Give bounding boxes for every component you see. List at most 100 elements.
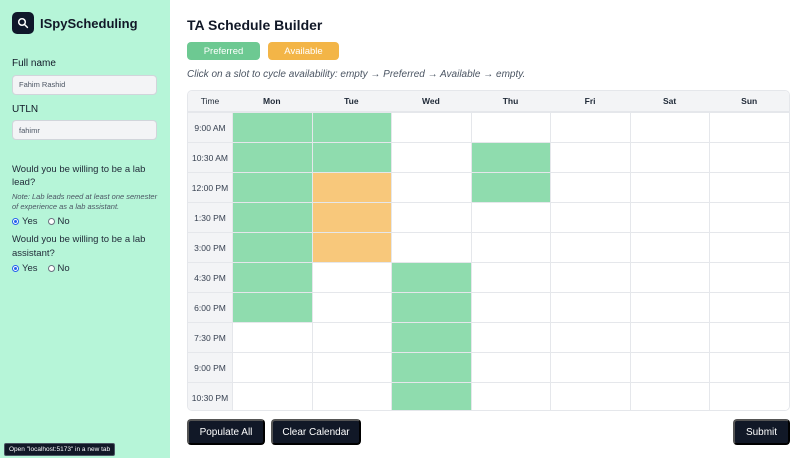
schedule-slot[interactable] — [391, 172, 471, 202]
schedule-slot[interactable] — [470, 172, 551, 202]
schedule-slot[interactable] — [470, 142, 551, 172]
preferred-legend-chip: Preferred — [187, 42, 260, 60]
populate-all-button[interactable]: Populate All — [187, 419, 265, 445]
schedule-slot[interactable] — [391, 292, 471, 322]
radio-selected-icon[interactable] — [12, 264, 19, 272]
schedule-slot[interactable] — [629, 202, 710, 232]
schedule-slot[interactable] — [550, 382, 630, 410]
schedule-slot[interactable] — [550, 112, 630, 142]
schedule-slot[interactable] — [311, 232, 392, 262]
schedule-slot[interactable] — [470, 382, 551, 410]
radio-selected-icon[interactable] — [12, 218, 19, 226]
schedule-slot[interactable] — [470, 352, 551, 382]
schedule-slot[interactable] — [311, 112, 392, 142]
schedule-slot[interactable] — [232, 352, 312, 382]
lab-assistant-question: Would you be willing to be a lab assista… — [12, 234, 146, 259]
lab-lead-question: Would you be willing to be a lab lead? — [12, 164, 146, 189]
lab-assistant-no-radio[interactable]: No — [47, 263, 70, 274]
schedule-slot[interactable] — [391, 382, 471, 410]
clear-calendar-button[interactable]: Clear Calendar — [271, 419, 361, 445]
time-label: 1:30 PM — [188, 202, 232, 232]
schedule-slot[interactable] — [470, 232, 551, 262]
schedule-slot[interactable] — [311, 262, 392, 292]
instruction-text: Click on a slot to cycle availability: e… — [187, 69, 526, 80]
day-header: Mon — [232, 91, 312, 112]
schedule-slot[interactable] — [629, 172, 710, 202]
schedule-slot[interactable] — [311, 352, 392, 382]
schedule-slot[interactable] — [232, 142, 312, 172]
submit-button[interactable]: Submit — [733, 419, 790, 445]
schedule-slot[interactable] — [629, 232, 710, 262]
schedule-slot[interactable] — [391, 262, 471, 292]
schedule-slot[interactable] — [470, 202, 551, 232]
schedule-slot[interactable] — [709, 262, 789, 292]
full-name-input[interactable] — [12, 74, 157, 95]
schedule-slot[interactable] — [550, 202, 630, 232]
schedule-slot[interactable] — [550, 142, 630, 172]
page-title: TA Schedule Builder — [187, 17, 323, 33]
schedule-slot[interactable] — [629, 382, 710, 410]
schedule-slot[interactable] — [391, 232, 471, 262]
schedule-slot[interactable] — [550, 322, 630, 352]
schedule-slot[interactable] — [709, 202, 789, 232]
time-column-header: Time — [188, 91, 232, 112]
schedule-slot[interactable] — [311, 382, 392, 410]
time-label: 3:00 PM — [188, 232, 232, 262]
legend: Preferred Available — [187, 42, 339, 60]
lab-lead-yes-radio[interactable]: Yes — [12, 216, 38, 227]
schedule-slot[interactable] — [470, 262, 551, 292]
full-name-label: Full name — [12, 58, 56, 69]
schedule-slot[interactable] — [391, 322, 471, 352]
day-header: Fri — [550, 91, 630, 112]
lab-assistant-yes-radio[interactable]: Yes — [12, 263, 38, 274]
schedule-slot[interactable] — [709, 352, 789, 382]
schedule-slot[interactable] — [232, 112, 312, 142]
schedule-slot[interactable] — [629, 322, 710, 352]
schedule-slot[interactable] — [709, 142, 789, 172]
schedule-slot[interactable] — [311, 292, 392, 322]
schedule-slot[interactable] — [311, 172, 392, 202]
schedule-slot[interactable] — [709, 322, 789, 352]
schedule-slot[interactable] — [629, 142, 710, 172]
time-label: 9:00 AM — [188, 112, 232, 142]
schedule-slot[interactable] — [709, 232, 789, 262]
schedule-slot[interactable] — [232, 262, 312, 292]
brand-title: ISpyScheduling — [40, 15, 138, 31]
radio-unselected-icon[interactable] — [47, 218, 55, 226]
schedule-slot[interactable] — [391, 142, 471, 172]
schedule-slot[interactable] — [232, 202, 312, 232]
schedule-slot[interactable] — [311, 322, 392, 352]
schedule-slot[interactable] — [391, 202, 471, 232]
schedule-slot[interactable] — [550, 262, 630, 292]
schedule-slot[interactable] — [629, 262, 710, 292]
schedule-slot[interactable] — [470, 112, 551, 142]
schedule-slot[interactable] — [232, 232, 312, 262]
schedule-slot[interactable] — [709, 292, 789, 322]
schedule-slot[interactable] — [709, 382, 789, 410]
schedule-slot[interactable] — [311, 142, 392, 172]
schedule-slot[interactable] — [550, 352, 630, 382]
lab-lead-no-radio[interactable]: No — [47, 216, 70, 227]
schedule-slot[interactable] — [232, 322, 312, 352]
schedule-slot[interactable] — [550, 292, 630, 322]
schedule-slot[interactable] — [232, 172, 312, 202]
schedule-slot[interactable] — [629, 352, 710, 382]
schedule-slot[interactable] — [709, 172, 789, 202]
schedule-slot[interactable] — [550, 232, 630, 262]
schedule-slot[interactable] — [629, 292, 710, 322]
schedule-grid: Time Mon Tue Wed Thu Fri Sat Sun 9:00 AM 10:30 AM… — [187, 90, 790, 411]
schedule-slot[interactable] — [311, 202, 392, 232]
schedule-slot[interactable] — [391, 352, 471, 382]
utln-input[interactable] — [12, 120, 157, 140]
schedule-slot[interactable] — [232, 382, 312, 410]
schedule-slot[interactable] — [550, 172, 630, 202]
schedule-slot[interactable] — [709, 112, 789, 142]
day-header: Sat — [629, 91, 710, 112]
radio-unselected-icon[interactable] — [47, 264, 55, 272]
schedule-slot[interactable] — [470, 292, 551, 322]
schedule-slot[interactable] — [391, 112, 471, 142]
schedule-slot[interactable] — [470, 322, 551, 352]
schedule-slot[interactable] — [629, 112, 710, 142]
link-status-tooltip: Open "localhost:5173" in a new tab — [4, 443, 116, 456]
schedule-slot[interactable] — [232, 292, 312, 322]
